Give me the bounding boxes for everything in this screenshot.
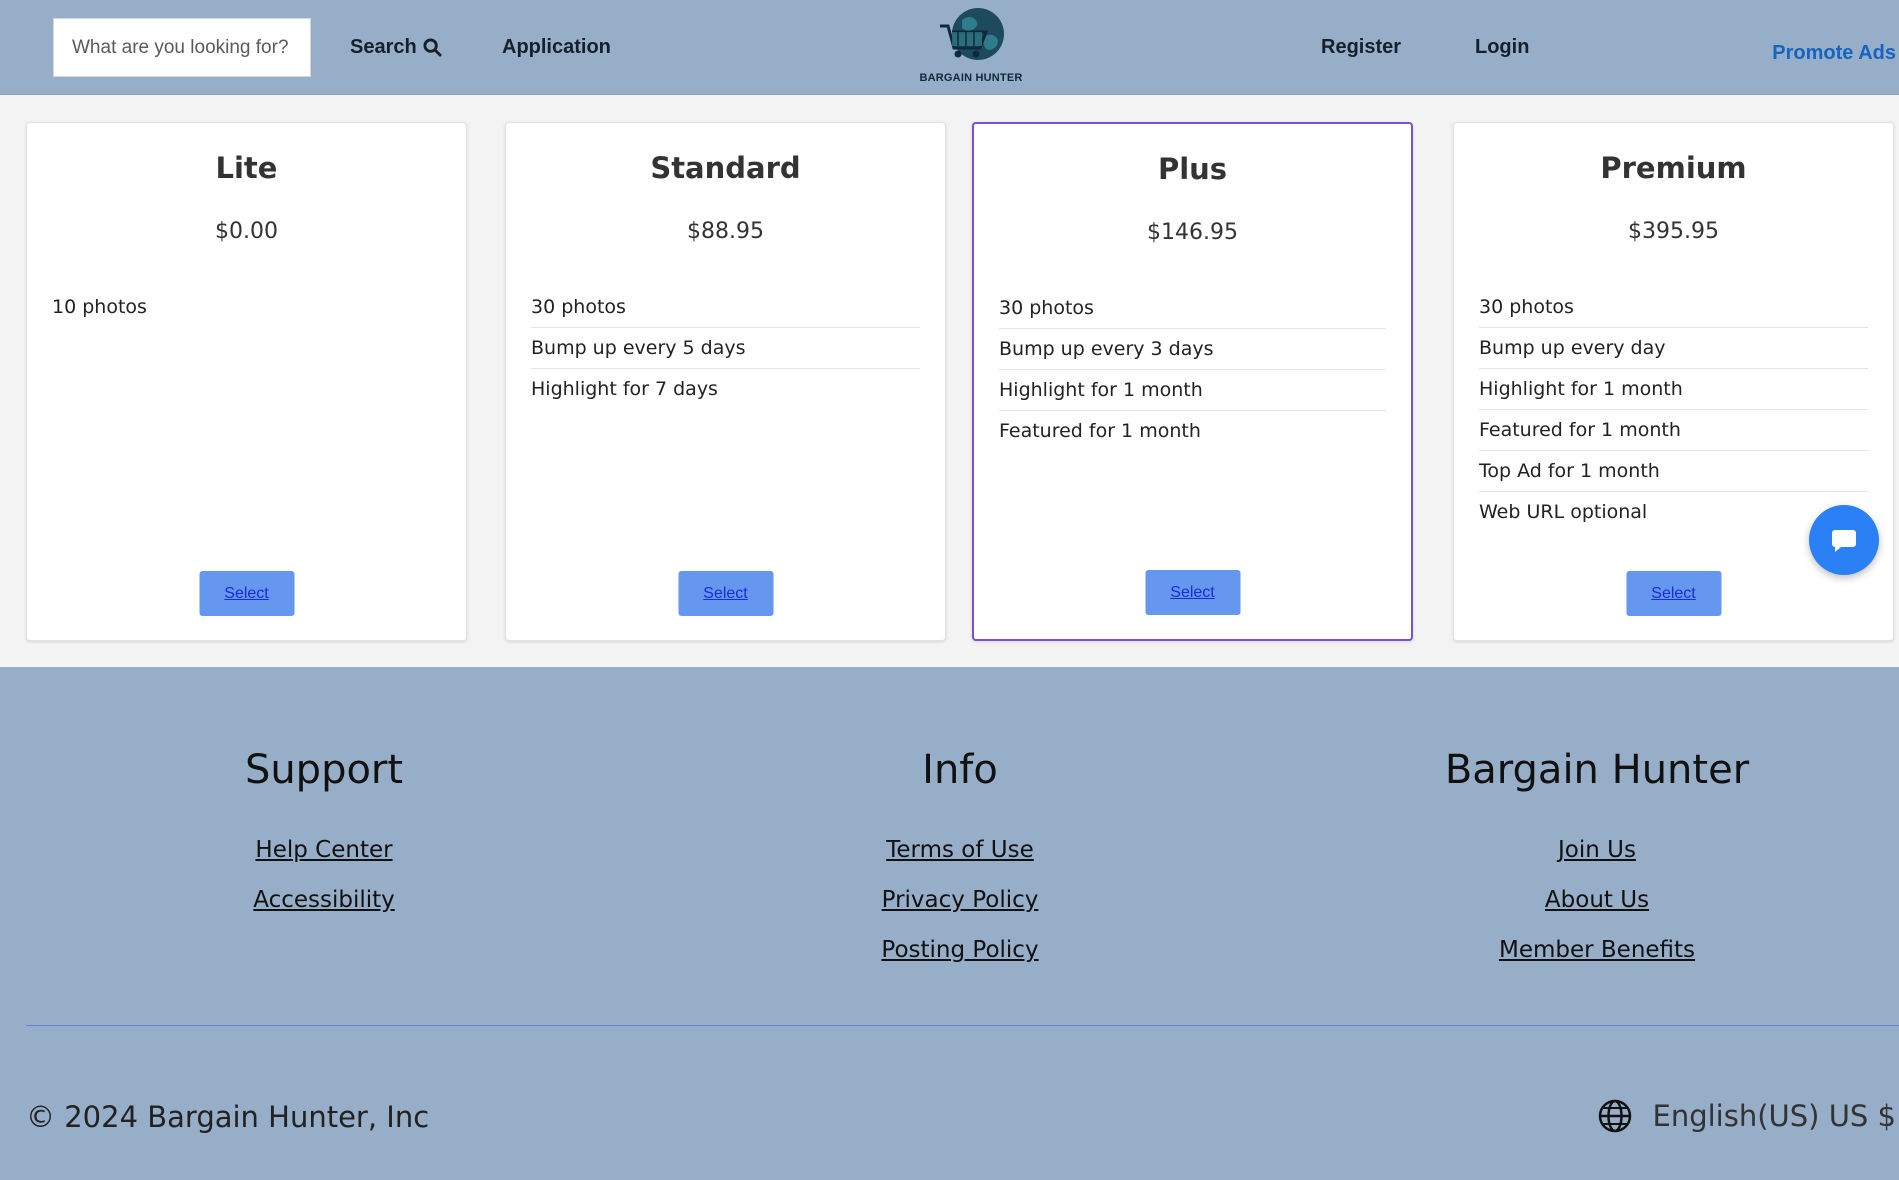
member-benefits-link[interactable]: Member Benefits <box>1397 937 1797 963</box>
plan-title: Lite <box>215 151 278 185</box>
join-us-link[interactable]: Join Us <box>1397 837 1797 863</box>
footer-heading: Info <box>922 747 998 793</box>
login-link[interactable]: Login <box>1475 36 1529 59</box>
plan-feature: Bump up every day <box>1479 328 1868 369</box>
plan-title: Standard <box>650 151 801 185</box>
plan-card-standard: Standard $88.95 30 photos Bump up every … <box>505 122 946 641</box>
logo[interactable]: BARGAIN HUNTER <box>914 6 1028 88</box>
help-center-link[interactable]: Help Center <box>124 837 524 863</box>
footer-divider <box>26 1025 1899 1026</box>
plan-feature: 30 photos <box>531 287 920 328</box>
plan-feature: 30 photos <box>999 288 1386 329</box>
search-icon <box>423 38 442 57</box>
privacy-policy-link[interactable]: Privacy Policy <box>760 887 1160 913</box>
chat-icon <box>1832 530 1856 552</box>
plan-features: 10 photos <box>52 287 441 328</box>
pricing-plans: Lite $0.00 10 photos Select Standard $88… <box>26 122 1899 641</box>
logo-globe-cart-icon <box>940 8 1004 60</box>
plan-feature: Featured for 1 month <box>1479 410 1868 451</box>
plan-title: Plus <box>1157 152 1228 186</box>
plan-feature: 10 photos <box>52 296 147 318</box>
posting-policy-link[interactable]: Posting Policy <box>760 937 1160 963</box>
select-premium-button[interactable]: Select <box>1626 571 1721 616</box>
plan-feature: Web URL optional <box>1479 501 1648 523</box>
locale-selector[interactable]: English(US) US $ <box>1597 1098 1897 1134</box>
plan-feature: Highlight for 1 month <box>1479 369 1868 410</box>
plan-feature: Highlight for 7 days <box>531 378 718 400</box>
plan-price: $146.95 <box>1147 220 1238 245</box>
select-plus-button[interactable]: Select <box>1145 570 1240 615</box>
plan-features: 30 photos Bump up every 5 days Highlight… <box>531 287 920 410</box>
site-header: Search Application BARGAIN HUNTER Regist… <box>0 0 1899 95</box>
footer-support-column: Support Help Center Accessibility <box>124 747 524 937</box>
search-label: Search <box>350 36 417 58</box>
footer-heading: Bargain Hunter <box>1444 747 1750 793</box>
logo-text: BARGAIN HUNTER <box>919 72 1023 84</box>
plan-feature: Featured for 1 month <box>999 420 1201 442</box>
accessibility-link[interactable]: Accessibility <box>124 887 524 913</box>
search-button[interactable]: Search <box>350 36 442 59</box>
terms-of-use-link[interactable]: Terms of Use <box>760 837 1160 863</box>
footer-info-column: Info Terms of Use Privacy Policy Posting… <box>760 747 1160 987</box>
plan-features: 30 photos Bump up every 3 days Highlight… <box>999 288 1386 452</box>
plan-price: $0.00 <box>215 219 278 244</box>
plan-price: $395.95 <box>1628 219 1719 244</box>
promote-ads-link[interactable]: Promote Ads <box>1772 42 1896 65</box>
plan-feature: Bump up every 3 days <box>999 329 1386 370</box>
about-us-link[interactable]: About Us <box>1397 887 1797 913</box>
select-standard-button[interactable]: Select <box>678 571 773 616</box>
plan-feature: Bump up every 5 days <box>531 328 920 369</box>
register-link[interactable]: Register <box>1321 36 1401 59</box>
application-link[interactable]: Application <box>502 36 611 59</box>
footer-brand-column: Bargain Hunter Join Us About Us Member B… <box>1397 747 1797 987</box>
select-lite-button[interactable]: Select <box>199 571 294 616</box>
plan-card-lite: Lite $0.00 10 photos Select <box>26 122 467 641</box>
plan-price: $88.95 <box>687 219 764 244</box>
chat-button[interactable] <box>1809 505 1879 575</box>
globe-icon <box>1598 1099 1631 1133</box>
plan-feature: Highlight for 1 month <box>999 370 1386 411</box>
search-input[interactable] <box>53 18 311 77</box>
plan-card-plus: Plus $146.95 30 photos Bump up every 3 d… <box>972 122 1413 641</box>
locale-label: English(US) US $ <box>1652 1099 1897 1133</box>
plan-feature: Top Ad for 1 month <box>1479 451 1868 492</box>
plan-features: 30 photos Bump up every day Highlight fo… <box>1479 287 1868 533</box>
plan-feature: 30 photos <box>1479 287 1868 328</box>
plan-title: Premium <box>1600 151 1747 185</box>
footer-heading: Support <box>244 747 404 793</box>
site-footer: Support Help Center Accessibility Info T… <box>0 667 1899 1180</box>
copyright: © 2024 Bargain Hunter, Inc <box>26 1100 430 1134</box>
